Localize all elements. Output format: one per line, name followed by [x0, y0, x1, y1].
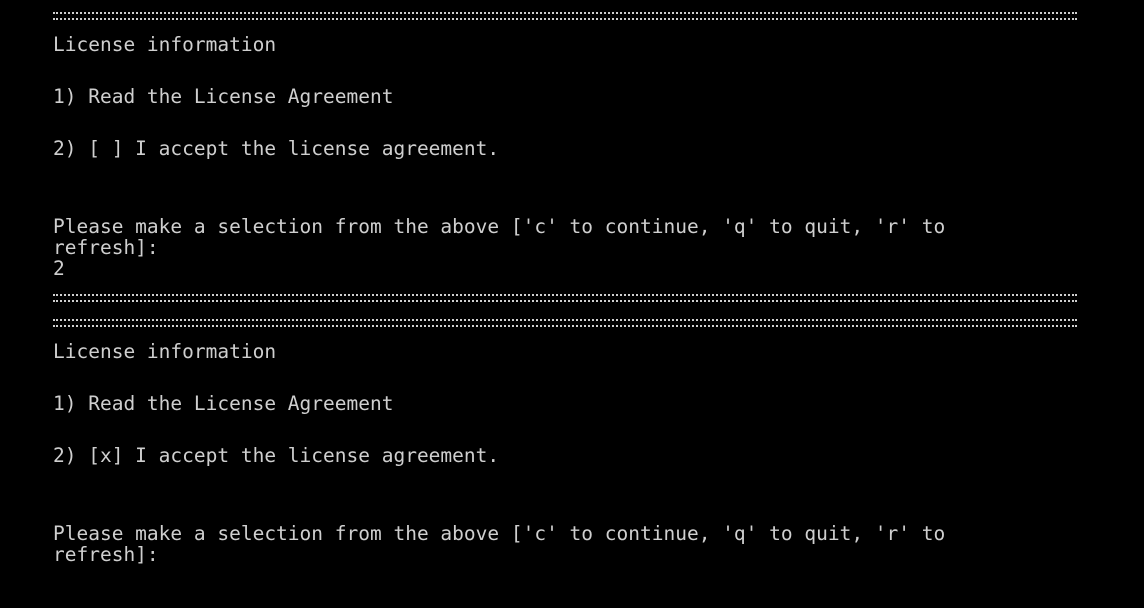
block2-option-accept-license: 2) [x] I accept the license agreement.	[53, 444, 500, 467]
block2-title: License information	[53, 340, 277, 363]
separator-line	[53, 319, 1077, 327]
separator-line	[53, 294, 1077, 302]
block1-user-input: 2	[53, 257, 65, 280]
separator-line	[53, 12, 1077, 20]
block1-title: License information	[53, 33, 277, 56]
block1-option-accept-license: 2) [ ] I accept the license agreement.	[53, 137, 500, 160]
block2-prompt-line-2: refresh]:	[53, 543, 159, 566]
block2-prompt-line-1: Please make a selection from the above […	[53, 522, 946, 545]
block2-option-read-license: 1) Read the License Agreement	[53, 392, 394, 415]
block1-option-read-license: 1) Read the License Agreement	[53, 85, 394, 108]
terminal-screen[interactable]: License information 1) Read the License …	[0, 0, 1144, 608]
block1-prompt-line-2: refresh]:	[53, 236, 159, 259]
block1-prompt-line-1: Please make a selection from the above […	[53, 215, 946, 238]
